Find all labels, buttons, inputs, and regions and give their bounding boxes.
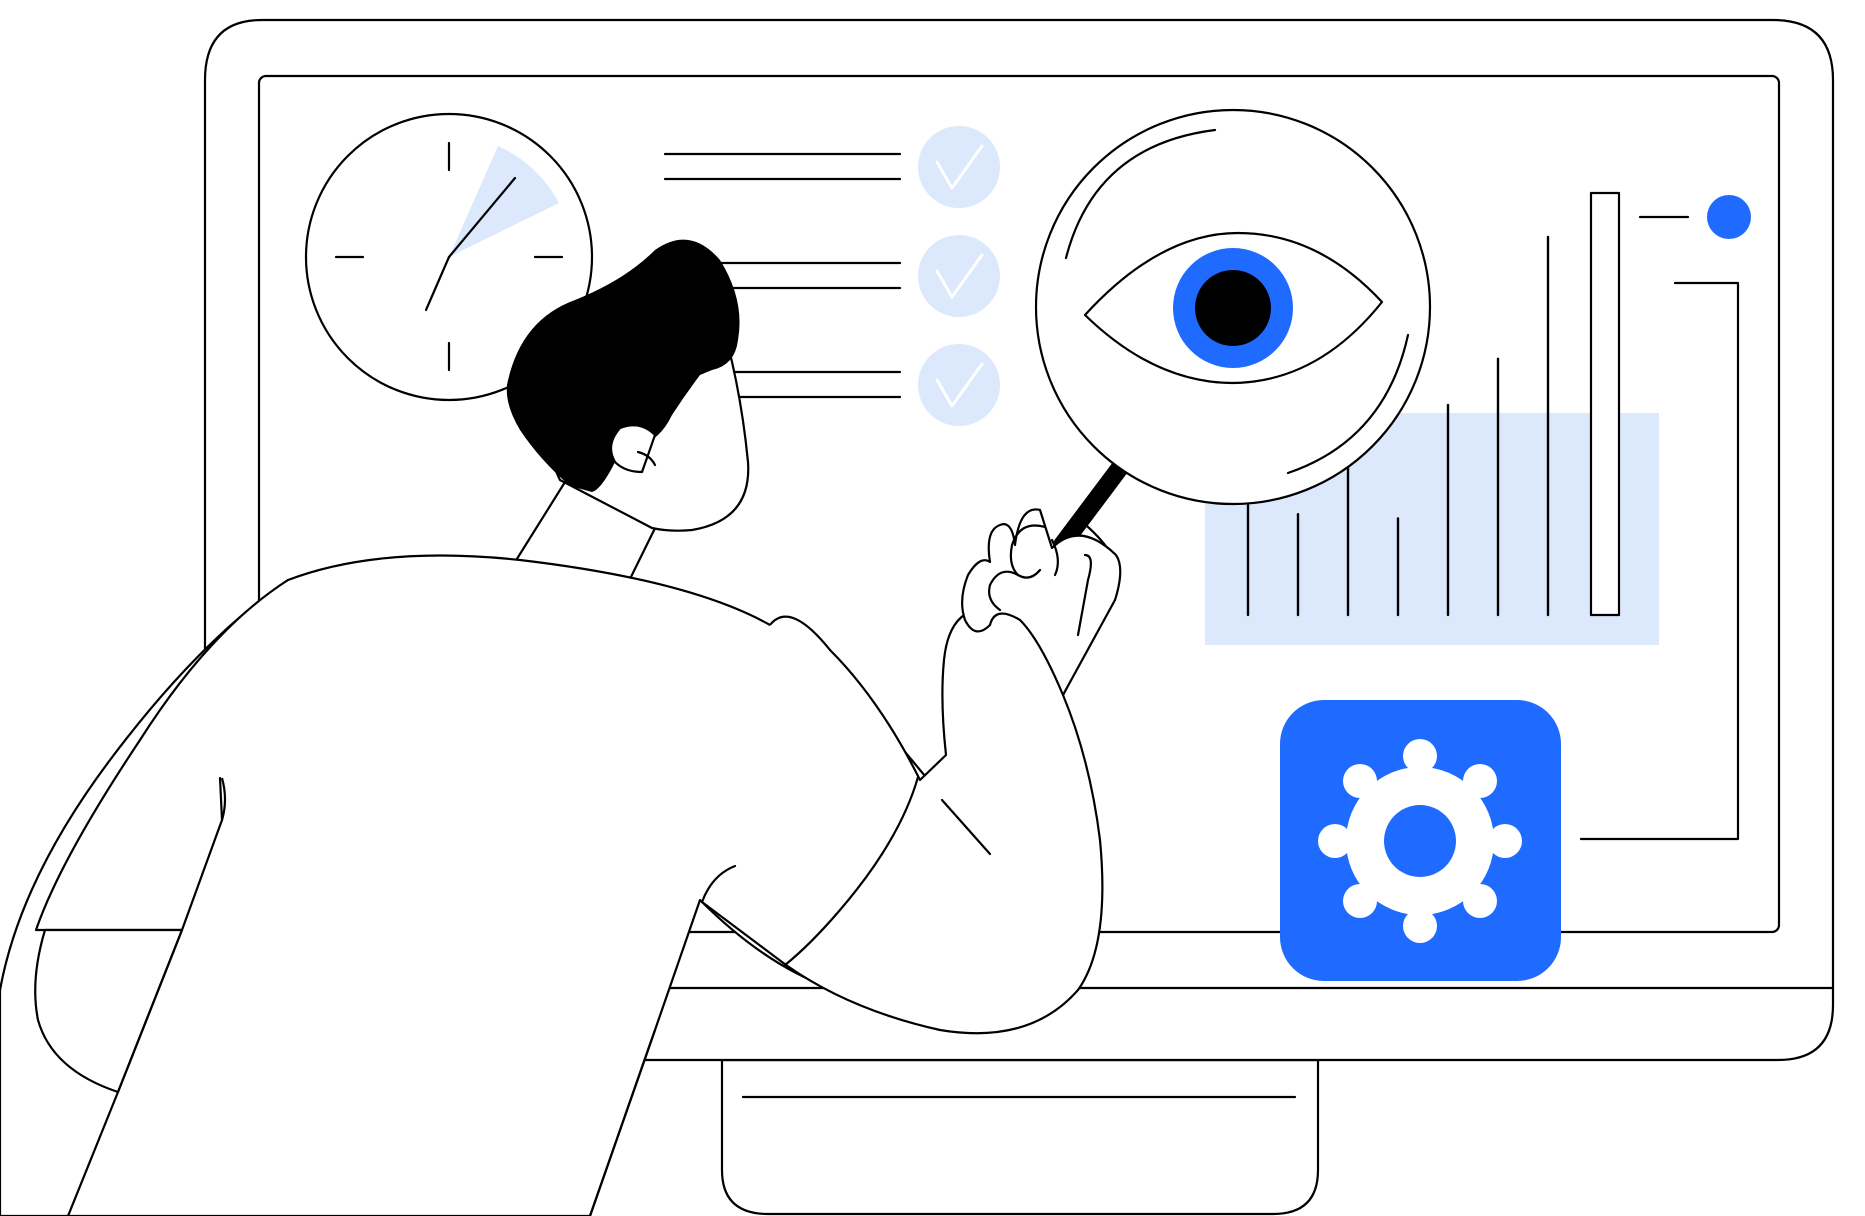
monitor-stand	[720, 1058, 1320, 1216]
gear-icon	[1280, 700, 1561, 981]
chart-tall-bar	[1589, 191, 1621, 617]
checkmark-icon	[918, 235, 1000, 317]
status-dot	[1707, 195, 1751, 239]
illustration-canvas	[0, 18, 1835, 1216]
checkmark-icon	[918, 344, 1000, 426]
checkmark-icon	[918, 126, 1000, 208]
